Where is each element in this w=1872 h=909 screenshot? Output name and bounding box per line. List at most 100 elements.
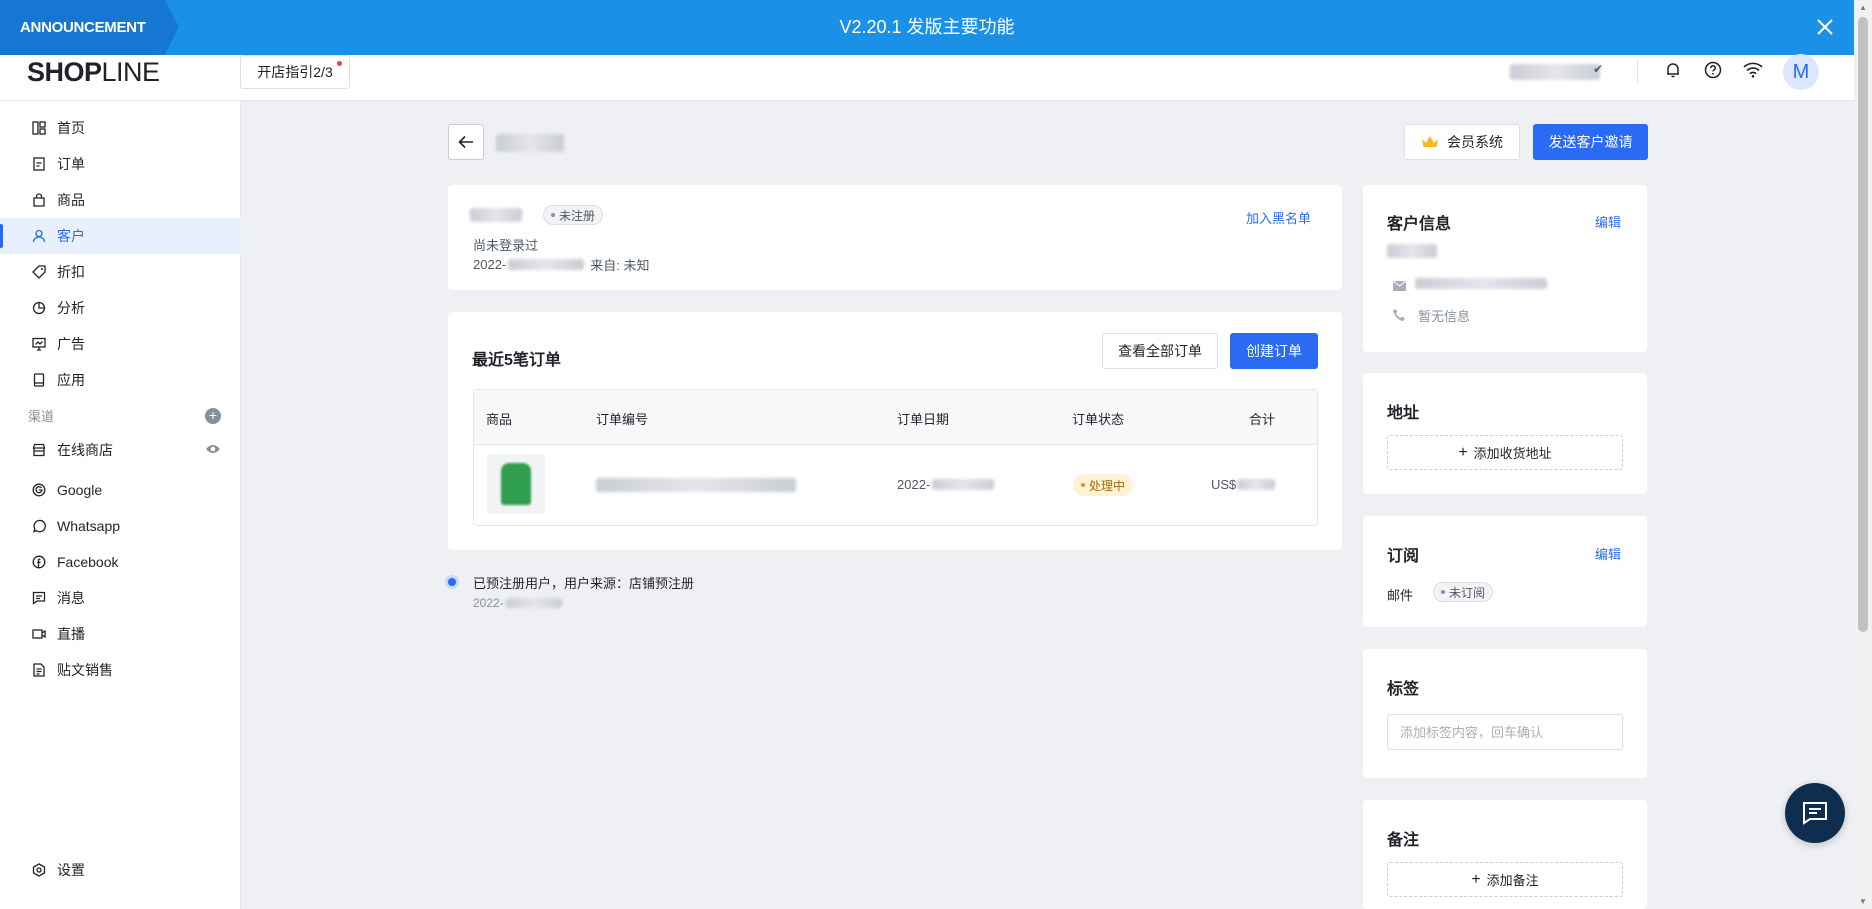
notification-dot [337, 61, 342, 66]
back-button[interactable] [448, 124, 484, 160]
subscription-title: 订阅 [1387, 548, 1420, 565]
sidebar: 首页 订单 商品 客户 折扣 分析 广告 应用 渠道 + 在线商店 Google [0, 101, 241, 909]
order-number-redacted[interactable] [596, 478, 796, 492]
arrow-left-icon [458, 135, 473, 149]
add-note-button[interactable]: + 添加备注 [1387, 862, 1623, 897]
login-status: 尚未登录过 [473, 238, 539, 253]
membership-system-button[interactable]: 会员系统 [1404, 124, 1520, 160]
apps-icon [31, 372, 47, 388]
close-icon[interactable] [1812, 14, 1838, 40]
email-subscription-status: 未订阅 [1433, 582, 1494, 602]
sidebar-item-analytics[interactable]: 分析 [0, 290, 241, 326]
dashboard-icon [31, 120, 47, 136]
shopline-logo[interactable]: SHOPLINE [27, 57, 160, 88]
phone-value: 暂无信息 [1418, 309, 1471, 324]
header-divider [1637, 59, 1638, 83]
store-guide-button[interactable]: 开店指引2/3 [240, 55, 350, 89]
order-total: US$ [1211, 477, 1276, 492]
announcement-title[interactable]: V2.20.1 发版主要功能 [0, 0, 1854, 55]
sidebar-item-orders[interactable]: 订单 [0, 146, 241, 182]
tag-input[interactable] [1387, 714, 1623, 750]
bell-icon[interactable] [1661, 58, 1685, 82]
notes-card: 备注 + 添加备注 [1363, 800, 1647, 909]
sidebar-item-home[interactable]: 首页 [0, 110, 241, 146]
help-icon[interactable] [1701, 58, 1725, 82]
chat-icon [1803, 802, 1827, 825]
edit-customer-info-link[interactable]: 编辑 [1595, 212, 1621, 231]
eye-icon[interactable] [205, 442, 221, 458]
edit-subscription-link[interactable]: 编辑 [1595, 544, 1621, 563]
store-name-redacted[interactable] [1510, 64, 1600, 80]
ads-monitor-icon [31, 336, 47, 352]
orders-table: 商品 订单编号 订单日期 订单状态 合计 2022- 处理中 US$ [473, 389, 1318, 526]
sidebar-item-live[interactable]: 直播 [0, 616, 241, 652]
send-invite-button[interactable]: 发送客户邀请 [1533, 124, 1648, 160]
facebook-icon [31, 554, 47, 570]
customer-info-title: 客户信息 [1387, 216, 1452, 233]
order-icon [31, 156, 47, 172]
post-sales-icon [31, 662, 47, 678]
sidebar-item-online-store[interactable]: 在线商店 [0, 432, 241, 468]
sidebar-item-apps[interactable]: 应用 [0, 362, 241, 398]
customer-name-redacted [1387, 244, 1437, 258]
order-status-badge: 处理中 [1073, 474, 1134, 496]
product-thumbnail[interactable] [487, 454, 545, 514]
email-subscription-label: 邮件 [1387, 588, 1414, 603]
google-icon [31, 482, 47, 498]
dropdown-check-icon[interactable]: ✔ [1593, 62, 1603, 76]
avatar[interactable]: M [1783, 54, 1819, 90]
add-to-blacklist-link[interactable]: 加入黑名单 [1246, 208, 1311, 227]
announcement-bar: ANNOUNCEMENT V2.20.1 发版主要功能 [0, 0, 1854, 55]
table-header: 商品 订单编号 订单日期 订单状态 合计 [474, 390, 1317, 445]
mail-icon [1392, 278, 1407, 294]
customer-icon [31, 228, 47, 244]
crown-icon [1422, 136, 1438, 147]
customer-profile-card: 未注册 加入黑名单 尚未登录过 2022- 来自: 未知 [448, 185, 1342, 290]
create-order-button[interactable]: 创建订单 [1230, 333, 1318, 369]
page-scrollbar[interactable]: ▲ ▼ [1854, 0, 1872, 909]
scroll-down-arrow-icon: ▼ [1859, 897, 1867, 906]
order-date: 2022- [897, 477, 995, 492]
sidebar-item-discounts[interactable]: 折扣 [0, 254, 241, 290]
view-all-orders-button[interactable]: 查看全部订单 [1102, 333, 1218, 369]
recent-orders-title: 最近5笔订单 [472, 352, 561, 369]
add-address-button[interactable]: + 添加收货地址 [1387, 435, 1623, 470]
status-badge: 未注册 [543, 205, 604, 225]
timeline-dot [445, 575, 459, 589]
message-icon [31, 590, 47, 606]
address-card: 地址 + 添加收货地址 [1363, 373, 1647, 494]
top-header: SHOPLINE 开店指引2/3 ✔ M [0, 54, 1854, 101]
settings-hexagon-icon [31, 862, 47, 878]
sidebar-item-settings[interactable]: 设置 [0, 852, 241, 888]
address-title: 地址 [1387, 405, 1420, 422]
live-video-icon [31, 626, 47, 642]
analytics-pie-icon [31, 300, 47, 316]
sidebar-item-google[interactable]: Google [0, 472, 241, 508]
wifi-icon[interactable] [1741, 58, 1765, 82]
add-channel-icon[interactable]: + [205, 408, 221, 424]
scrollbar-thumb[interactable] [1858, 17, 1868, 632]
sidebar-item-messages[interactable]: 消息 [0, 580, 241, 616]
chat-support-button[interactable] [1785, 783, 1845, 843]
registration-info: 2022- 来自: 未知 [473, 257, 650, 273]
channels-section-label: 渠道 [28, 409, 55, 424]
sidebar-item-products[interactable]: 商品 [0, 182, 241, 218]
plus-icon: + [1458, 443, 1468, 461]
tags-title: 标签 [1387, 681, 1420, 698]
whatsapp-icon [31, 518, 47, 534]
notes-title: 备注 [1387, 832, 1420, 849]
discount-tag-icon [31, 264, 47, 280]
customer-name-redacted [470, 208, 522, 222]
sidebar-item-post-sales[interactable]: 贴文销售 [0, 652, 241, 688]
sidebar-item-facebook[interactable]: Facebook [0, 544, 241, 580]
timeline-event-date: 2022- [473, 596, 562, 610]
plus-icon: + [1471, 870, 1481, 888]
customer-name-redacted [496, 134, 564, 152]
sidebar-item-whatsapp[interactable]: Whatsapp [0, 508, 241, 544]
date-redacted [508, 259, 585, 270]
product-bag-icon [31, 192, 47, 208]
scroll-up-arrow-icon: ▲ [1859, 3, 1867, 12]
sidebar-item-customers[interactable]: 客户 [0, 218, 241, 254]
email-redacted [1415, 278, 1547, 289]
sidebar-item-ads[interactable]: 广告 [0, 326, 241, 362]
